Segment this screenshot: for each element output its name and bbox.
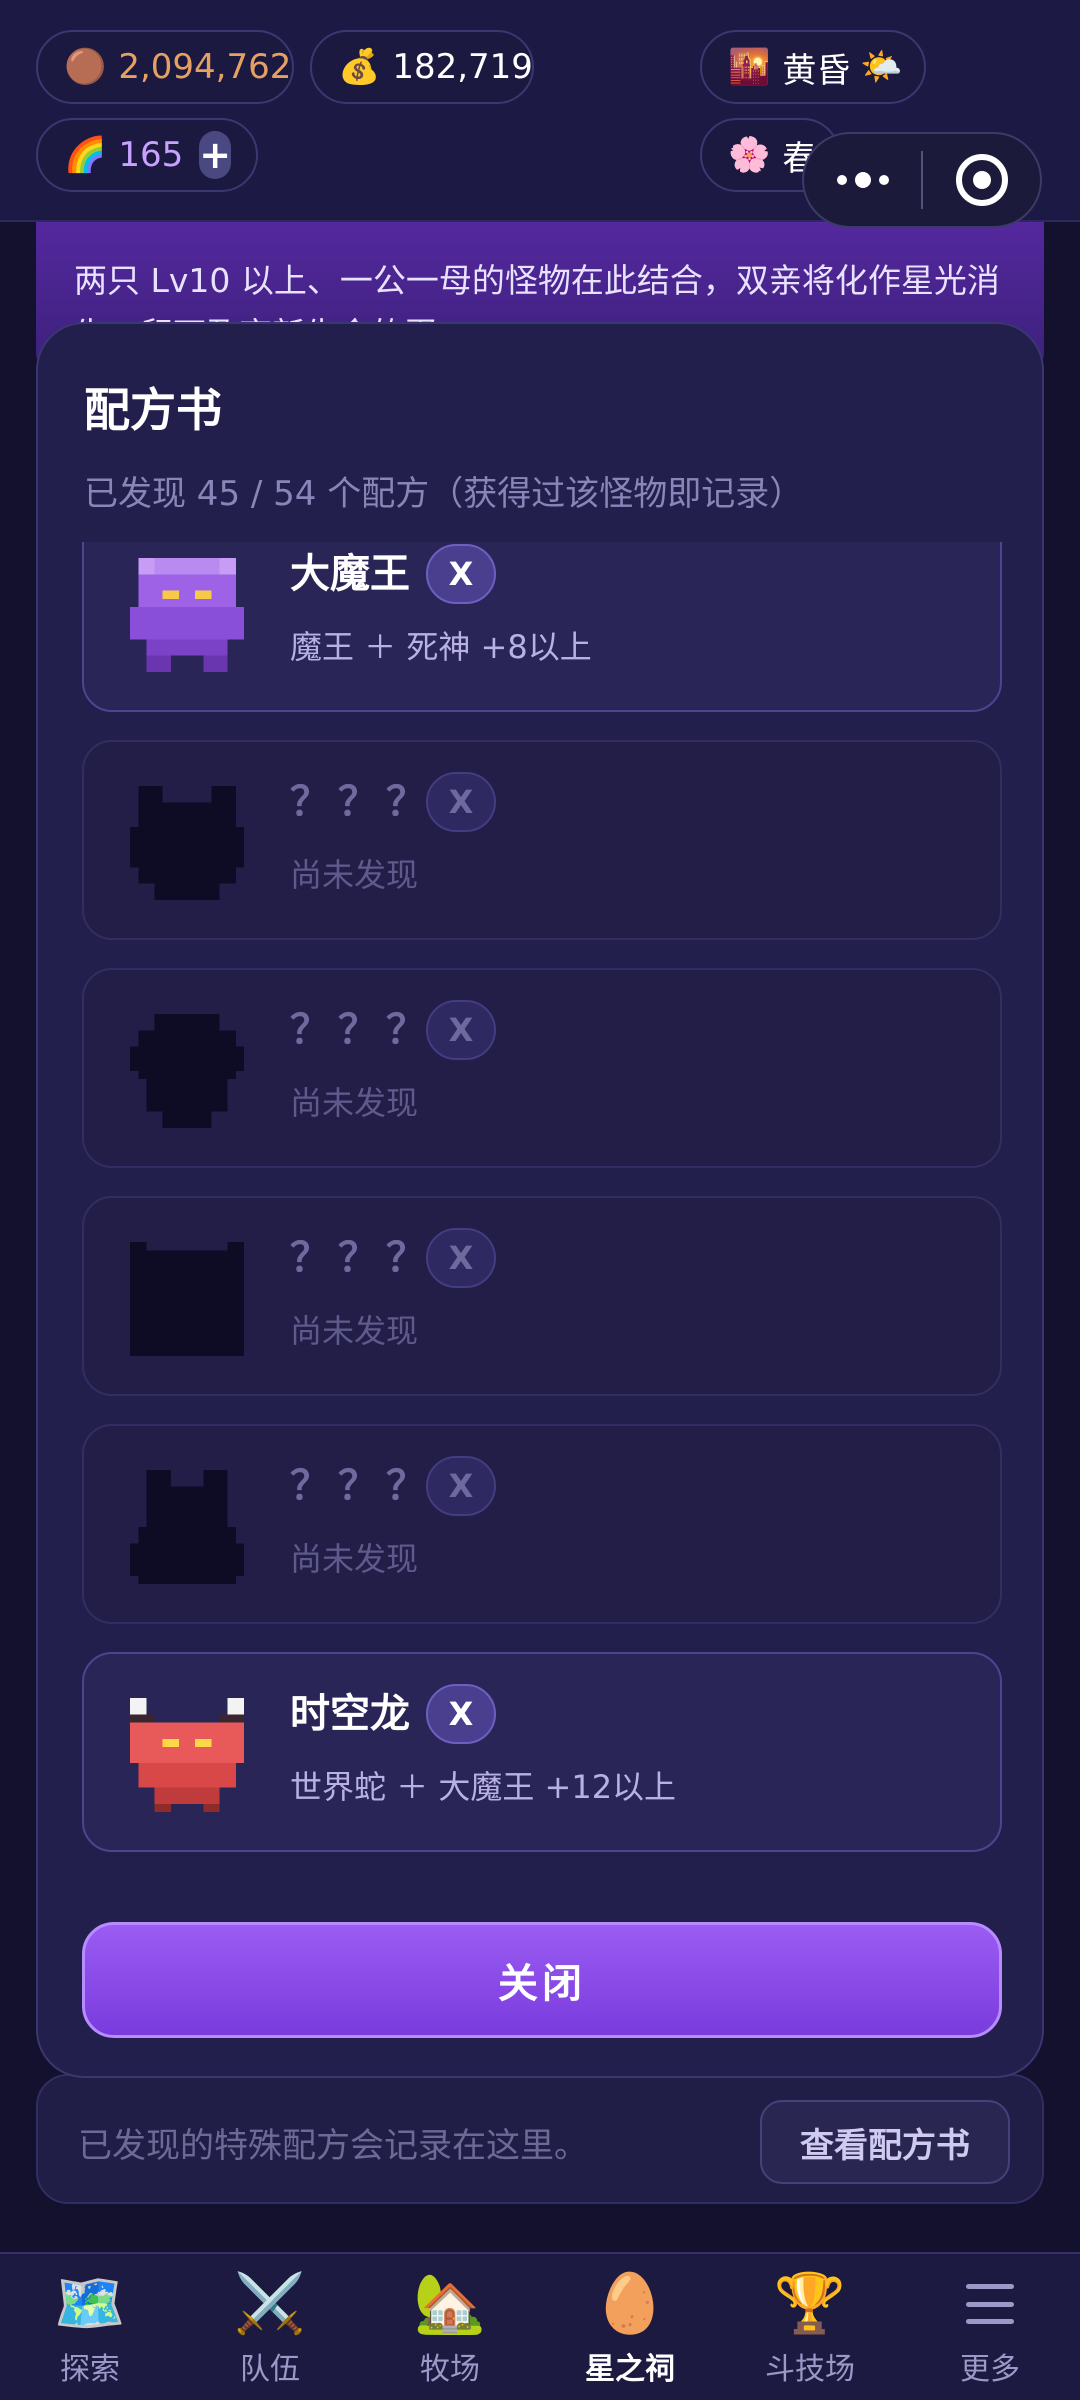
nav-label: 探索 bbox=[60, 2352, 120, 2387]
nav-label: 斗技场 bbox=[765, 2352, 855, 2387]
target-circle-icon bbox=[955, 154, 1008, 206]
nav-explore[interactable]: 🗺️ 探索 bbox=[0, 2254, 180, 2400]
recipe-card[interactable]: ？？？ X 尚未发现 bbox=[82, 740, 1002, 940]
recipe-card[interactable]: ？？？ X 尚未发现 bbox=[82, 1196, 1002, 1396]
miniprogram-capsule bbox=[802, 132, 1042, 228]
house-garden-icon: 🏡 bbox=[413, 2269, 487, 2337]
cherry-blossom-icon: 🌸 bbox=[728, 135, 771, 175]
more-dots-icon-center bbox=[854, 172, 871, 188]
trophy-icon: 🏆 bbox=[773, 2269, 847, 2337]
nav-label: 更多 bbox=[960, 2352, 1020, 2387]
modal-title: 配方书 bbox=[84, 383, 222, 437]
recipe-badge: X bbox=[426, 1684, 496, 1744]
unknown-silhouette-icon bbox=[130, 1470, 244, 1584]
hamburger-line bbox=[966, 2284, 1014, 2289]
rainbow-gem-counter: 🌈 165 + bbox=[36, 118, 258, 192]
hamburger-icon bbox=[966, 2284, 1014, 2324]
money-bag-icon: 💰 bbox=[338, 47, 381, 87]
recipe-formula: 尚未发现 bbox=[290, 1084, 419, 1122]
time-of-day-indicator: 🌇 黄昏 🌤️ bbox=[700, 30, 926, 104]
recipe-name: ？？？ bbox=[290, 1007, 434, 1053]
sunset-icon: 🌇 bbox=[728, 47, 771, 87]
purple-demon-king-icon bbox=[130, 558, 244, 672]
copper-coin-icon: 🟤 bbox=[64, 47, 107, 87]
nav-more[interactable]: 更多 bbox=[900, 2254, 1080, 2400]
add-rainbow-button[interactable]: + bbox=[199, 131, 232, 179]
copper-coin-value: 2,094,762 bbox=[118, 47, 292, 87]
recipe-card[interactable]: ？？？ X 尚未发现 bbox=[82, 968, 1002, 1168]
crossed-swords-icon: ⚔️ bbox=[233, 2269, 307, 2337]
discovery-progress: 已发现 45 / 54 个配方（获得过该怪物即记录） bbox=[84, 474, 804, 514]
weather-icon: 🌤️ bbox=[860, 47, 903, 87]
unknown-silhouette-icon bbox=[130, 1014, 244, 1128]
gold-value: 182,719 bbox=[392, 47, 533, 87]
rainbow-value: 165 bbox=[118, 135, 184, 175]
close-button[interactable]: 关闭 bbox=[82, 1922, 1002, 2038]
recipe-formula: 尚未发现 bbox=[290, 1540, 419, 1578]
recipe-name: 时空龙 bbox=[290, 1691, 410, 1737]
egg-icon: 🥚 bbox=[593, 2269, 667, 2337]
nav-label: 队伍 bbox=[240, 2352, 300, 2387]
unknown-silhouette-icon bbox=[130, 1242, 244, 1356]
target-circle-dot bbox=[972, 171, 991, 189]
recipe-badge: X bbox=[426, 544, 496, 604]
recipe-badge: X bbox=[426, 1456, 496, 1516]
map-icon: 🗺️ bbox=[53, 2269, 127, 2337]
bottom-nav: 🗺️ 探索 ⚔️ 队伍 🏡 牧场 🥚 星之祠 🏆 斗技场 更多 bbox=[0, 2252, 1080, 2400]
hamburger-line bbox=[966, 2301, 1014, 2307]
nav-label: 星之祠 bbox=[585, 2352, 675, 2387]
recipe-book-modal: 配方书 已发现 45 / 54 个配方（获得过该怪物即记录） 大魔王 X 魔王 … bbox=[36, 322, 1044, 2078]
hamburger-line bbox=[966, 2319, 1014, 2324]
recipe-name: ？？？ bbox=[290, 779, 434, 825]
recipe-formula: 尚未发现 bbox=[290, 856, 419, 894]
nav-team[interactable]: ⚔️ 队伍 bbox=[180, 2254, 360, 2400]
nav-arena[interactable]: 🏆 斗技场 bbox=[720, 2254, 900, 2400]
time-of-day-label: 黄昏 bbox=[782, 50, 851, 91]
recipe-formula: 魔王 ＋ 死神 +8以上 bbox=[290, 628, 592, 666]
recipe-name: ？？？ bbox=[290, 1235, 434, 1281]
recipe-badge: X bbox=[426, 1228, 496, 1288]
recipe-card[interactable]: ？？？ X 尚未发现 bbox=[82, 1424, 1002, 1624]
copper-coin-counter: 🟤 2,094,762 bbox=[36, 30, 294, 104]
gold-bag-counter: 💰 182,719 bbox=[310, 30, 534, 104]
recipe-card[interactable]: 时空龙 X 世界蛇 ＋ 大魔王 +12以上 bbox=[82, 1652, 1002, 1852]
red-spacetime-dragon-icon bbox=[130, 1698, 244, 1812]
recipe-formula: 尚未发现 bbox=[290, 1312, 419, 1350]
recipe-formula: 世界蛇 ＋ 大魔王 +12以上 bbox=[290, 1768, 677, 1806]
recipe-name: 大魔王 bbox=[290, 551, 410, 597]
nav-label: 牧场 bbox=[420, 2352, 480, 2387]
nav-ranch[interactable]: 🏡 牧场 bbox=[360, 2254, 540, 2400]
recipe-name: ？？？ bbox=[290, 1463, 434, 1509]
more-dots-icon bbox=[836, 175, 847, 185]
recipe-card[interactable]: 大魔王 X 魔王 ＋ 死神 +8以上 bbox=[82, 542, 1002, 712]
recipe-badge: X bbox=[426, 772, 496, 832]
more-dots-icon-right bbox=[878, 175, 889, 185]
nav-star-shrine[interactable]: 🥚 星之祠 bbox=[540, 2254, 720, 2400]
more-options-button[interactable] bbox=[804, 172, 921, 188]
close-miniprogram-button[interactable] bbox=[923, 154, 1040, 206]
rainbow-icon: 🌈 bbox=[64, 135, 107, 175]
recipe-badge: X bbox=[426, 1000, 496, 1060]
unknown-silhouette-icon bbox=[130, 786, 244, 900]
